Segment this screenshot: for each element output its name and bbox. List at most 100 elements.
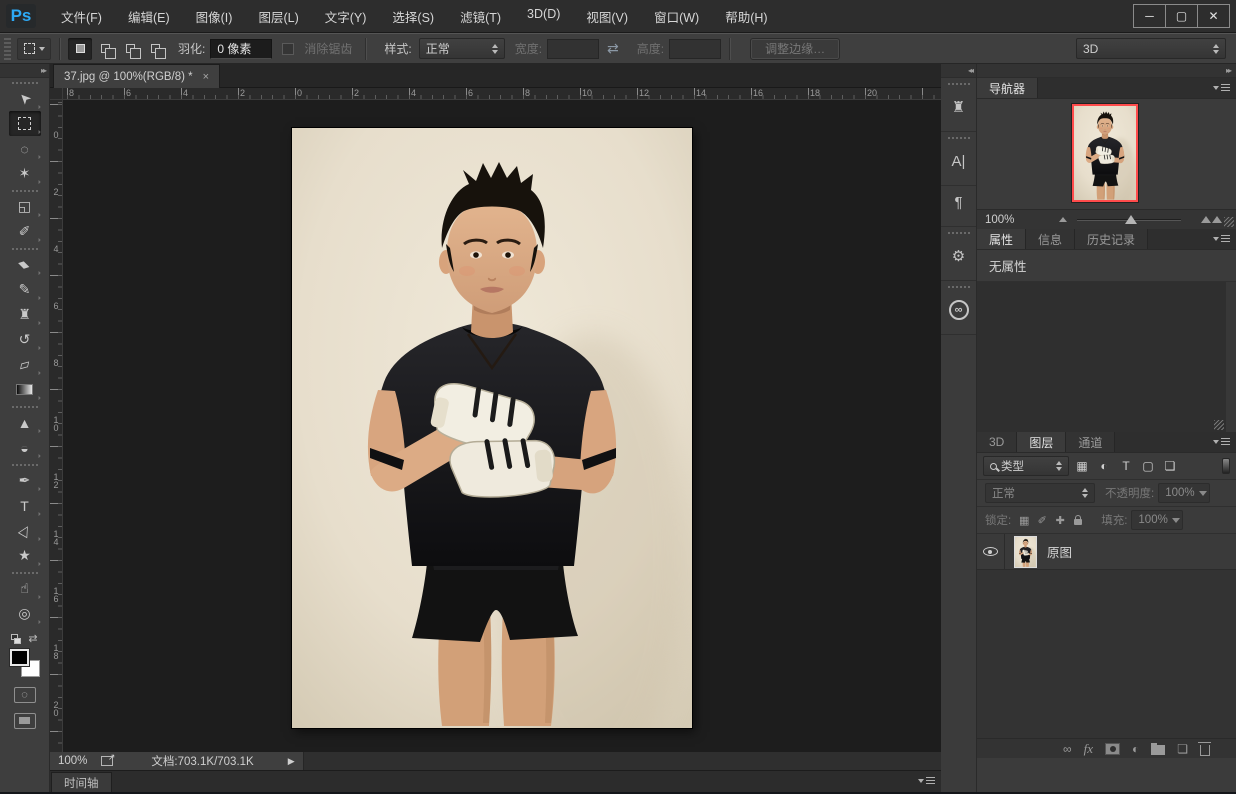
new-selection-mode[interactable] — [68, 38, 92, 60]
menu-item-2[interactable]: 图像(I) — [183, 0, 246, 33]
lock-all-icon[interactable] — [1069, 512, 1087, 528]
height-input[interactable] — [669, 39, 721, 59]
filter-type-layers-icon[interactable]: T — [1115, 456, 1137, 476]
layer-row-0[interactable]: 原图 — [977, 534, 1236, 570]
rectangular-marquee-tool[interactable] — [9, 111, 41, 136]
filter-smart-objects-icon[interactable]: ❏ — [1159, 456, 1181, 476]
navigator-zoom-slider[interactable] — [1073, 210, 1185, 229]
paragraph-panel-icon[interactable]: ¶ — [946, 189, 972, 215]
menu-item-8[interactable]: 视图(V) — [573, 0, 641, 33]
lock-position-icon[interactable]: ✚ — [1051, 512, 1069, 528]
opacity-select[interactable]: 100% — [1158, 483, 1210, 503]
eyedropper-tool[interactable]: ✐ — [9, 219, 41, 244]
collapse-tools-button[interactable]: ▸▸ — [0, 64, 49, 78]
document-tab[interactable]: 37.jpg @ 100%(RGB/8) * × — [53, 64, 220, 88]
zoom-in-icon[interactable] — [1201, 216, 1222, 223]
add-mask-icon[interactable] — [1105, 741, 1120, 757]
menu-item-5[interactable]: 选择(S) — [379, 0, 447, 33]
tab-layers-0[interactable]: 3D — [977, 432, 1017, 452]
workspace-select[interactable]: 3D — [1076, 38, 1226, 59]
zoom-out-icon[interactable] — [1059, 217, 1067, 222]
maximize-button[interactable]: ▢ — [1165, 4, 1198, 28]
lock-transparency-icon[interactable]: ▦ — [1015, 512, 1033, 528]
menu-item-6[interactable]: 滤镜(T) — [447, 0, 514, 33]
navigator-proxy[interactable] — [1072, 104, 1138, 202]
menu-item-10[interactable]: 帮助(H) — [712, 0, 780, 33]
character-panel-icon[interactable]: A| — [946, 148, 972, 174]
close-document-icon[interactable]: × — [203, 71, 209, 83]
refine-edge-button[interactable]: 调整边缘… — [750, 38, 840, 60]
zoom-level[interactable]: 100% — [58, 755, 87, 767]
menu-item-0[interactable]: 文件(F) — [48, 0, 115, 33]
default-colors-icon[interactable] — [11, 634, 22, 644]
filter-type-select[interactable]: 类型 — [983, 456, 1069, 476]
filter-adjustment-layers-icon[interactable]: ◐ — [1093, 456, 1115, 476]
options-grip[interactable] — [4, 38, 11, 60]
tab-properties-0[interactable]: 属性 — [977, 229, 1026, 249]
custom-shape-tool[interactable]: ★ — [9, 543, 41, 568]
tool-preset-picker[interactable] — [17, 38, 51, 60]
clone-stamp-tool[interactable]: ♜ — [9, 302, 41, 327]
clone-source-panel-icon[interactable]: ♜ — [946, 94, 972, 120]
status-options-arrow-icon[interactable]: ▶ — [288, 756, 295, 767]
move-tool[interactable]: ➤ — [9, 86, 41, 111]
adjustment-layer-icon[interactable]: ◐ — [1132, 741, 1139, 757]
lasso-tool[interactable]: ◌ — [9, 136, 41, 161]
layer-name[interactable]: 原图 — [1047, 542, 1072, 561]
foreground-color-swatch[interactable] — [10, 649, 29, 666]
fill-select[interactable]: 100% — [1131, 510, 1183, 530]
filter-toggle-switch[interactable] — [1222, 458, 1230, 474]
path-selection-tool[interactable]: ▷ — [9, 518, 41, 543]
tool-presets-panel-icon[interactable]: ⚙ — [946, 243, 972, 269]
visibility-cell[interactable] — [977, 534, 1005, 569]
new-group-icon[interactable] — [1151, 741, 1165, 757]
menu-item-7[interactable]: 3D(D) — [514, 0, 573, 33]
filter-shape-layers-icon[interactable]: ▢ — [1137, 456, 1159, 476]
pen-tool[interactable]: ✒ — [9, 468, 41, 493]
navigator-zoom-value[interactable]: 100% — [985, 214, 1045, 226]
tab-layers-1[interactable]: 图层 — [1017, 432, 1066, 452]
eraser-tool[interactable]: ▱ — [9, 352, 41, 377]
history-brush-tool[interactable]: ↺ — [9, 327, 41, 352]
delete-layer-icon[interactable] — [1200, 741, 1210, 757]
layer-thumbnail[interactable] — [1014, 536, 1037, 568]
blur-tool[interactable]: ▲ — [9, 410, 41, 435]
blend-mode-select[interactable]: 正常 — [985, 483, 1095, 503]
tab-properties-1[interactable]: 信息 — [1026, 229, 1075, 249]
lock-image-icon[interactable]: ✐ — [1033, 512, 1051, 528]
tab-layers-2[interactable]: 通道 — [1066, 432, 1115, 452]
type-tool[interactable]: T — [9, 493, 41, 518]
timeline-menu-icon[interactable] — [918, 777, 935, 784]
slider-thumb[interactable] — [1125, 215, 1137, 224]
add-selection-mode[interactable] — [93, 38, 117, 60]
layers-menu-icon[interactable] — [1213, 438, 1230, 445]
gradient-tool[interactable] — [9, 377, 41, 402]
screen-mode-button[interactable] — [14, 713, 36, 729]
timeline-tab[interactable]: 时间轴 — [51, 772, 112, 792]
collapse-panels-button[interactable]: ▸▸ — [977, 64, 1236, 78]
feather-input[interactable]: 0 像素 — [210, 39, 272, 59]
canvas-viewport[interactable]: 02468101214161820 — [50, 100, 941, 752]
tab-navigator[interactable]: 导航器 — [977, 78, 1038, 98]
panel-resize-grip[interactable] — [1224, 217, 1234, 227]
canvas-image[interactable] — [292, 128, 692, 728]
quick-mask-button[interactable]: ◌ — [14, 687, 36, 703]
layer-style-icon[interactable]: fx — [1084, 741, 1093, 757]
swap-colors-icon[interactable]: ⇄ — [28, 632, 37, 645]
minimize-button[interactable]: ─ — [1133, 4, 1166, 28]
close-button[interactable]: ✕ — [1197, 4, 1230, 28]
style-select[interactable]: 正常 — [419, 38, 505, 59]
zoom-tool[interactable]: ◎ — [9, 601, 41, 626]
filter-pixel-layers-icon[interactable]: ▦ — [1071, 456, 1093, 476]
tab-properties-2[interactable]: 历史记录 — [1075, 229, 1148, 249]
quick-selection-tool[interactable]: ✶ — [9, 161, 41, 186]
collapse-strip-button[interactable]: ◂◂ — [941, 64, 976, 78]
navigator-menu-icon[interactable] — [1213, 84, 1230, 91]
width-input[interactable] — [547, 39, 599, 59]
dodge-tool[interactable]: ◒ — [9, 435, 41, 460]
hand-tool[interactable]: ☝ — [9, 576, 41, 601]
brush-tool[interactable]: ✎ — [9, 277, 41, 302]
menu-item-1[interactable]: 编辑(E) — [115, 0, 183, 33]
swap-dimensions-icon[interactable]: ⇄ — [607, 40, 619, 57]
eye-icon[interactable] — [983, 547, 998, 556]
